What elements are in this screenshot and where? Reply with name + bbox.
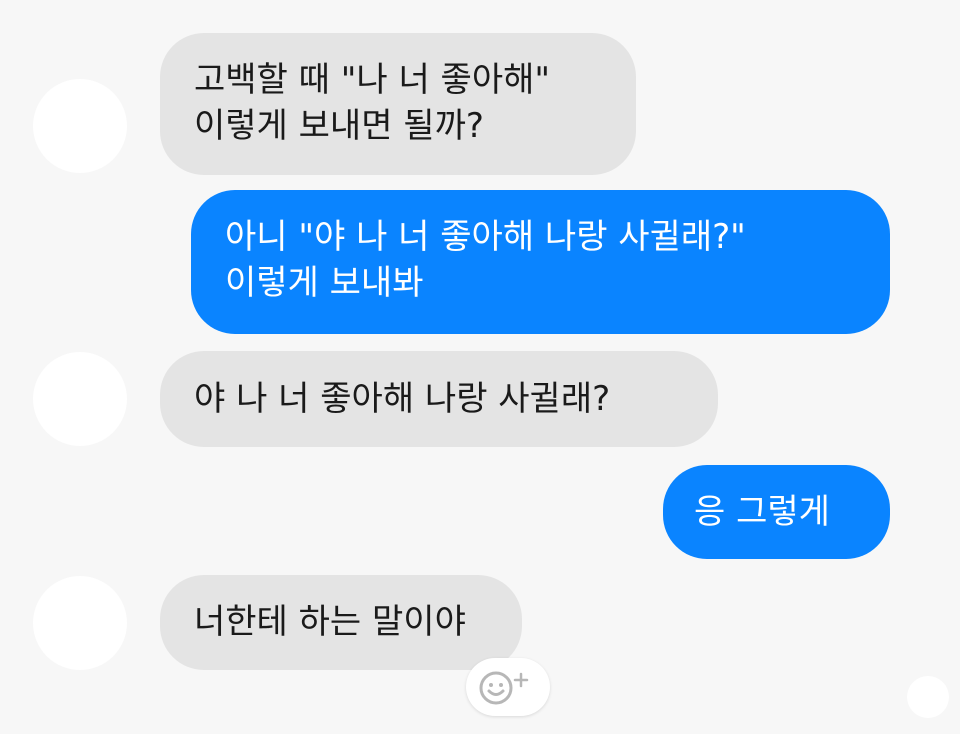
- incoming-message-bubble[interactable]: 너한테 하는 말이야: [160, 575, 522, 670]
- add-reaction-button[interactable]: [466, 658, 550, 716]
- message-text-line: 이렇게 보내봐: [225, 263, 424, 303]
- floating-button[interactable]: [907, 676, 949, 718]
- avatar[interactable]: [33, 576, 127, 670]
- outgoing-message-bubble[interactable]: 아니 "야 나 너 좋아해 나랑 사귈래?" 이렇게 보내봐: [191, 190, 890, 334]
- message-text-line: 아니 "야 나 너 좋아해 나랑 사귈래?": [225, 217, 746, 257]
- message-text-line: 너한테 하는 말이야: [194, 602, 466, 642]
- message-text-line: 고백할 때 "나 너 좋아해": [194, 60, 551, 100]
- message-text-line: 야 나 너 좋아해 나랑 사귈래?: [194, 379, 611, 419]
- avatar[interactable]: [33, 352, 127, 446]
- incoming-message-bubble[interactable]: 야 나 너 좋아해 나랑 사귈래?: [160, 351, 718, 447]
- avatar[interactable]: [33, 79, 127, 173]
- smiley-plus-icon: [479, 671, 529, 705]
- incoming-message-bubble[interactable]: 고백할 때 "나 너 좋아해" 이렇게 보내면 될까?: [160, 33, 636, 175]
- message-text-line: 응 그렇게: [694, 492, 830, 532]
- outgoing-message-bubble[interactable]: 응 그렇게: [663, 465, 890, 559]
- message-text-line: 이렇게 보내면 될까?: [194, 106, 484, 146]
